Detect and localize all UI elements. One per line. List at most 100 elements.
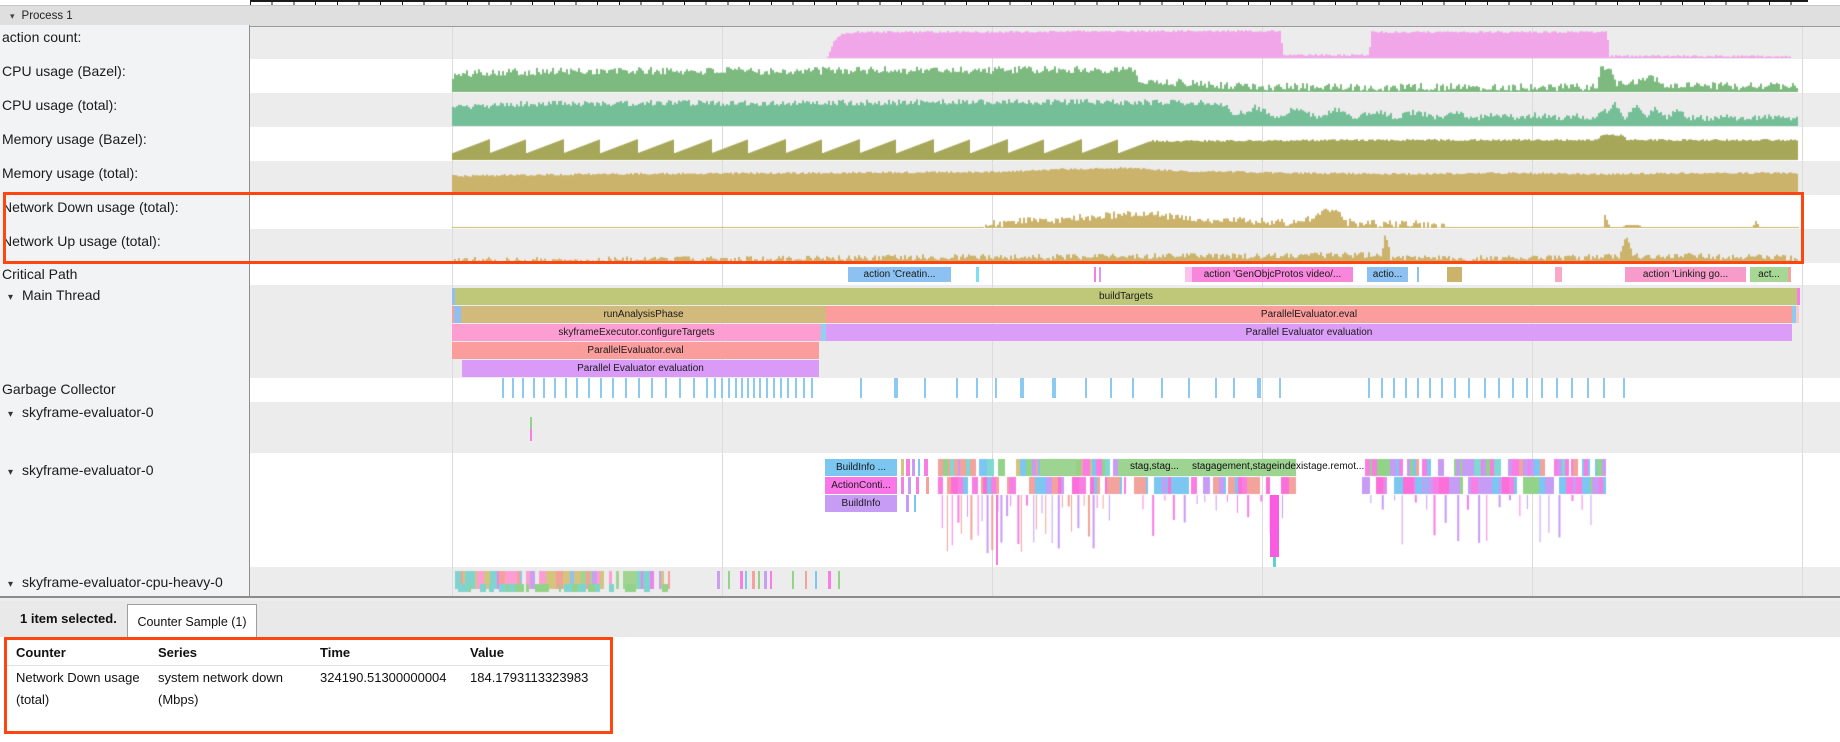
skyframe2-slice[interactable]	[924, 459, 928, 476]
skyframe2-slice[interactable]	[912, 459, 915, 476]
chevron-down-icon[interactable]: ▾	[8, 409, 22, 420]
gc-tick[interactable]	[1188, 378, 1190, 398]
gc-tick[interactable]	[1233, 378, 1235, 398]
gc-tick[interactable]	[1368, 378, 1370, 398]
critical-path-slice[interactable]	[976, 267, 979, 282]
gc-tick[interactable]	[1468, 378, 1470, 398]
skyframe2-slice[interactable]	[914, 495, 916, 512]
cpu-heavy-slice[interactable]	[745, 571, 747, 589]
skyframe2-dropline[interactable]	[1270, 495, 1279, 557]
gc-tick[interactable]	[1279, 378, 1281, 398]
critical-path-slice[interactable]: act...	[1750, 267, 1788, 282]
gc-tick[interactable]	[665, 378, 667, 398]
track-label[interactable]: CPU usage (total):	[2, 97, 117, 113]
gc-tick[interactable]	[1484, 378, 1486, 398]
cpu-heavy-slice[interactable]	[764, 571, 767, 589]
gc-tick[interactable]	[1085, 378, 1087, 398]
gc-tick[interactable]	[1571, 378, 1573, 398]
gc-tick[interactable]	[773, 378, 775, 398]
skyframe2-slice[interactable]: ActionConti...	[825, 477, 897, 494]
gc-tick[interactable]	[1215, 378, 1217, 398]
cpu-heavy-slice[interactable]	[792, 571, 794, 589]
critical-path-slice[interactable]: action 'GenObjcProtos video/...	[1192, 267, 1353, 282]
gc-tick[interactable]	[728, 378, 730, 398]
gc-tick[interactable]	[1393, 378, 1395, 398]
gc-tick[interactable]	[1512, 378, 1514, 398]
gc-tick[interactable]	[735, 378, 737, 398]
gc-tick[interactable]	[741, 378, 743, 398]
gc-tick[interactable]	[956, 378, 958, 398]
gc-tick[interactable]	[1052, 378, 1056, 398]
critical-path-slice[interactable]	[1417, 267, 1419, 282]
track-label[interactable]: action count:	[2, 29, 81, 45]
gc-tick[interactable]	[1623, 378, 1625, 398]
gc-tick[interactable]	[1417, 378, 1419, 398]
gc-tick[interactable]	[1603, 378, 1605, 398]
track-label[interactable]: ▾skyframe-evaluator-0	[8, 462, 154, 478]
gc-tick[interactable]	[600, 378, 602, 398]
critical-path-slice[interactable]: action 'Creatin...	[848, 267, 951, 282]
gc-tick[interactable]	[576, 378, 578, 398]
tab-counter-sample[interactable]: Counter Sample (1)	[127, 604, 257, 638]
track-label[interactable]: Garbage Collector	[2, 381, 116, 397]
critical-path-slice[interactable]	[1788, 267, 1791, 282]
gc-tick[interactable]	[651, 378, 653, 398]
gc-tick[interactable]	[1556, 378, 1558, 398]
skyframe2-slice[interactable]	[918, 459, 920, 476]
gc-tick[interactable]	[811, 378, 813, 398]
cpu-heavy-slice[interactable]	[728, 571, 730, 589]
skyframe2-slice[interactable]	[926, 477, 929, 494]
skyframe2-dropline[interactable]	[996, 495, 998, 565]
skyframe2-slice[interactable]: BuildInfo	[825, 495, 897, 512]
gc-tick[interactable]	[1587, 378, 1589, 398]
cpu-heavy-slice[interactable]	[758, 571, 760, 589]
main-thread-slice[interactable]	[1796, 306, 1799, 323]
gc-tick[interactable]	[753, 378, 755, 398]
cpu-heavy-slice[interactable]	[752, 571, 755, 589]
gc-tick[interactable]	[1526, 378, 1528, 398]
gc-tick[interactable]	[860, 378, 862, 398]
main-thread-slice[interactable]: ParallelEvaluator.eval	[452, 342, 819, 359]
gc-tick[interactable]	[780, 378, 782, 398]
skyframe2-dropline[interactable]	[1273, 557, 1276, 567]
gc-tick[interactable]	[565, 378, 567, 398]
skyframe2-slice[interactable]	[1040, 459, 1076, 476]
cpu-heavy-slice[interactable]	[740, 571, 743, 589]
gc-tick[interactable]	[1257, 378, 1261, 398]
gc-tick[interactable]	[612, 378, 614, 398]
gc-tick[interactable]	[995, 378, 997, 398]
gc-tick[interactable]	[803, 378, 805, 398]
track-label[interactable]: Critical Path	[2, 266, 77, 282]
gc-tick[interactable]	[693, 378, 695, 398]
main-thread-slice[interactable]	[1797, 288, 1800, 305]
gc-tick[interactable]	[976, 378, 978, 398]
gc-tick[interactable]	[1498, 378, 1500, 398]
chevron-down-icon[interactable]: ▾	[8, 292, 22, 303]
cpu-heavy-slice[interactable]	[717, 571, 720, 589]
track-label[interactable]: Memory usage (total):	[2, 165, 138, 181]
gc-tick[interactable]	[747, 378, 749, 398]
gc-tick[interactable]	[714, 378, 716, 398]
critical-path-slice[interactable]: actio...	[1367, 267, 1408, 282]
gc-tick[interactable]	[721, 378, 723, 398]
critical-path-slice[interactable]: action 'Linking go...	[1625, 267, 1746, 282]
main-thread-slice[interactable]: skyframeExecutor.configureTargets	[452, 324, 821, 341]
cpu-heavy-slice[interactable]	[770, 571, 772, 589]
gc-tick[interactable]	[625, 378, 627, 398]
skyframe2-slice[interactable]	[901, 459, 904, 476]
skyframe2-slice[interactable]	[901, 477, 904, 494]
skyframe1-slice[interactable]	[530, 417, 532, 429]
gc-tick[interactable]	[522, 378, 524, 398]
critical-path-slice[interactable]	[1555, 267, 1562, 282]
track-label[interactable]: Memory usage (Bazel):	[2, 131, 147, 147]
chevron-down-icon[interactable]: ▾	[8, 467, 22, 478]
gc-tick[interactable]	[1020, 378, 1024, 398]
gc-tick[interactable]	[1454, 378, 1456, 398]
gc-tick[interactable]	[543, 378, 545, 398]
gc-tick[interactable]	[554, 378, 556, 398]
cpu-heavy-slice[interactable]	[838, 571, 840, 589]
gc-tick[interactable]	[512, 378, 514, 398]
critical-path-slice[interactable]	[1447, 267, 1462, 282]
critical-path-slice[interactable]	[1094, 267, 1096, 282]
skyframe2-slice[interactable]	[906, 459, 910, 476]
